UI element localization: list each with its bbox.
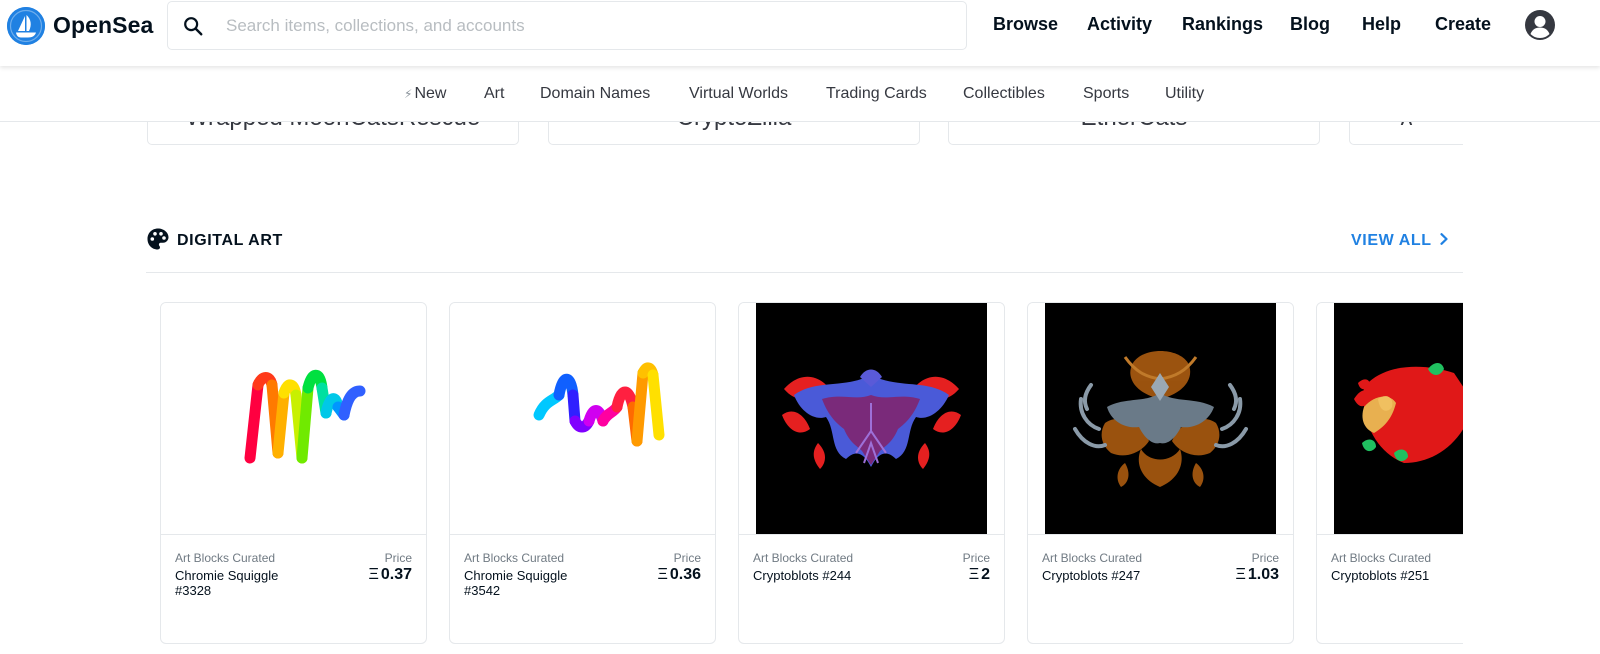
digital-art-carousel: Art Blocks Curated Chromie Squiggle #332… bbox=[146, 290, 1463, 654]
nft-image bbox=[161, 303, 426, 534]
nav-blog[interactable]: Blog bbox=[1290, 14, 1330, 35]
lightning-icon: ⚡ bbox=[404, 87, 413, 101]
search-icon bbox=[184, 17, 203, 36]
eth-icon: Ξ bbox=[968, 566, 980, 583]
collection-name: Art Blocks Curated bbox=[1042, 551, 1143, 565]
price-value: Ξ2 bbox=[968, 566, 990, 583]
account-icon[interactable] bbox=[1524, 9, 1556, 41]
category-utility[interactable]: Utility bbox=[1165, 85, 1204, 103]
top-header: OpenSea Browse Activity Rankings Blog He… bbox=[0, 0, 1600, 66]
view-all-link[interactable]: VIEW ALL bbox=[1351, 232, 1450, 250]
price-label: Price bbox=[384, 551, 412, 565]
nft-card[interactable]: Art Blocks Curated Chromie Squiggle #332… bbox=[160, 302, 427, 644]
search-bar[interactable] bbox=[167, 1, 967, 50]
nft-card-info: Art Blocks Curated Cryptoblots #251 bbox=[1317, 534, 1463, 643]
price-label: Price bbox=[1251, 551, 1279, 565]
eth-icon: Ξ bbox=[1235, 566, 1246, 583]
section-divider bbox=[146, 272, 1463, 273]
collection-name: Art Blocks Curated bbox=[753, 551, 854, 565]
nft-name: Chromie Squiggle #3542 bbox=[464, 568, 568, 598]
collection-name: Art Blocks Curated bbox=[175, 551, 276, 565]
price-value: Ξ 0.37 bbox=[368, 566, 412, 583]
palette-icon bbox=[147, 228, 169, 250]
nft-card[interactable]: Art Blocks Curated Cryptoblots #247 Pric… bbox=[1027, 302, 1294, 644]
price-label: Price bbox=[962, 551, 990, 565]
category-domain-names[interactable]: Domain Names bbox=[540, 85, 650, 103]
price-value: Ξ 0.36 bbox=[657, 566, 701, 583]
nav-help[interactable]: Help bbox=[1362, 14, 1401, 35]
nft-image bbox=[739, 303, 1004, 534]
category-collectibles[interactable]: Collectibles bbox=[963, 85, 1045, 103]
nft-name: Cryptoblots #244 bbox=[753, 568, 852, 583]
collection-name: Art Blocks Curated bbox=[464, 551, 565, 565]
search-input[interactable] bbox=[226, 10, 946, 42]
collection-name: Art Blocks Curated bbox=[1331, 551, 1432, 565]
nft-card-info: Art Blocks Curated Chromie Squiggle #332… bbox=[161, 534, 426, 643]
category-bar: ⚡ New Art Domain Names Virtual Worlds Tra… bbox=[0, 66, 1600, 122]
nft-name: Chromie Squiggle #3328 bbox=[175, 568, 279, 598]
category-trading-cards[interactable]: Trading Cards bbox=[826, 85, 927, 103]
category-virtual-worlds[interactable]: Virtual Worlds bbox=[689, 85, 788, 103]
price-label: Price bbox=[673, 551, 701, 565]
eth-icon: Ξ bbox=[657, 566, 668, 583]
nav-create[interactable]: Create bbox=[1435, 14, 1491, 35]
nft-card[interactable]: Art Blocks Curated Cryptoblots #251 bbox=[1316, 302, 1463, 644]
brand-name[interactable]: OpenSea bbox=[53, 12, 153, 39]
nft-card-info: Art Blocks Curated Chromie Squiggle #354… bbox=[450, 534, 715, 643]
nft-image bbox=[1028, 303, 1293, 534]
nft-card-info: Art Blocks Curated Cryptoblots #247 Pric… bbox=[1028, 534, 1293, 643]
nft-card-info: Art Blocks Curated Cryptoblots #244 Pric… bbox=[739, 534, 1004, 643]
opensea-logo-icon[interactable] bbox=[7, 7, 45, 45]
category-sports[interactable]: Sports bbox=[1083, 85, 1129, 103]
section-title: DIGITAL ART bbox=[177, 232, 283, 249]
category-new[interactable]: ⚡ New bbox=[404, 85, 446, 103]
nav-activity[interactable]: Activity bbox=[1087, 14, 1152, 35]
nft-image bbox=[1317, 303, 1463, 534]
chevron-right-icon bbox=[1440, 233, 1448, 245]
price-value: Ξ 1.03 bbox=[1235, 566, 1279, 583]
nft-card[interactable]: Art Blocks Curated Cryptoblots #244 Pric… bbox=[738, 302, 1005, 644]
category-art[interactable]: Art bbox=[484, 85, 504, 103]
nft-name: Cryptoblots #251 bbox=[1331, 568, 1430, 583]
nav-rankings[interactable]: Rankings bbox=[1182, 14, 1263, 35]
nft-card[interactable]: Art Blocks Curated Chromie Squiggle #354… bbox=[449, 302, 716, 644]
nft-name: Cryptoblots #247 bbox=[1042, 568, 1141, 583]
eth-icon: Ξ bbox=[368, 566, 379, 583]
nav-browse[interactable]: Browse bbox=[993, 14, 1058, 35]
nft-image bbox=[450, 303, 715, 534]
